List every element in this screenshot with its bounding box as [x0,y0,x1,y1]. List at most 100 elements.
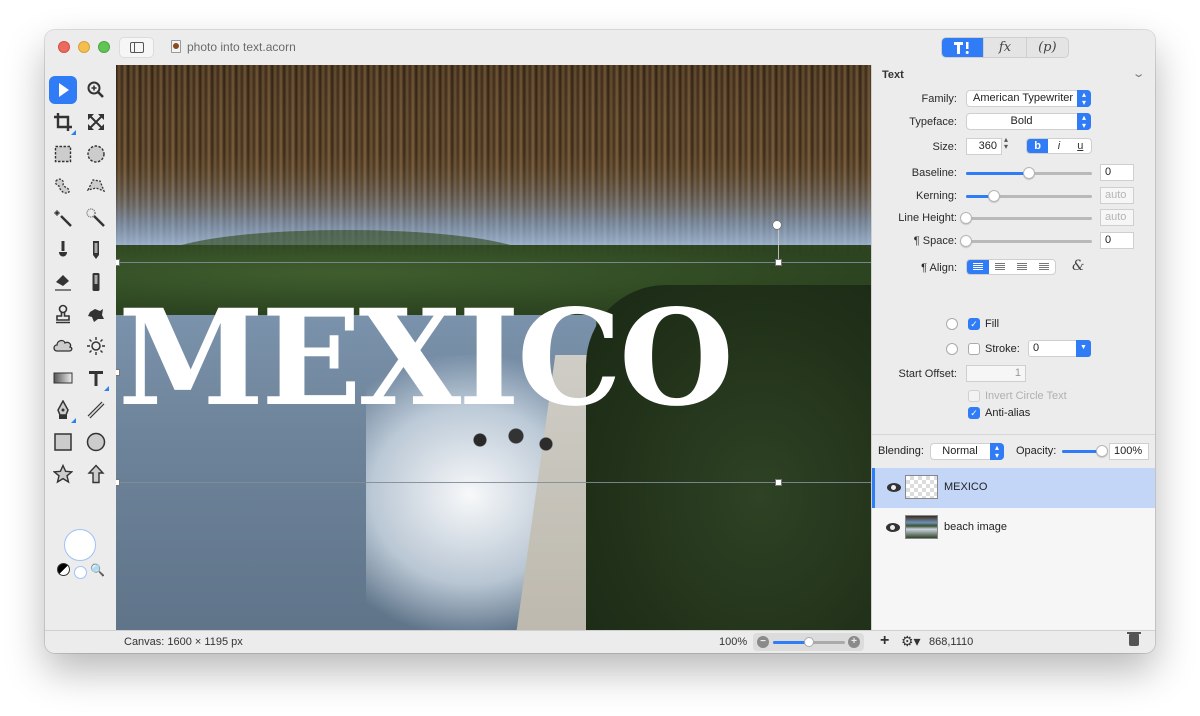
collapse-chevron-icon[interactable]: ⌄ [1131,67,1145,80]
minimize-window-button[interactable] [78,41,90,53]
resize-handle-middle-left[interactable] [116,369,120,376]
polygon-lasso-tool[interactable] [82,172,110,200]
paragraph-space-slider[interactable] [960,235,1092,247]
stroke-radio[interactable] [946,343,958,355]
sun-tool[interactable] [82,332,110,360]
magnifier-plus-icon [87,81,104,98]
text-layer-mexico[interactable]: MEXICO [116,293,871,425]
sidebar-toggle-button[interactable] [119,37,154,58]
inspector-panel: Text ⌄ Family: American Typewriter ▴ ▾ Ty… [871,65,1155,630]
layer-row-beach-image[interactable]: beach image [872,508,1155,548]
fill-checkbox[interactable]: ✓ [968,318,980,330]
slider-knob[interactable] [804,637,814,647]
slider-knob[interactable] [1023,167,1035,179]
dropdown-arrow-icon[interactable]: ▼ [1076,340,1091,357]
text-tool[interactable] [82,364,110,392]
ampersand-glyph-icon[interactable]: & [1072,258,1084,274]
image-canvas[interactable]: MEXICO [116,65,871,630]
eye-icon[interactable] [886,523,900,532]
burn-tool[interactable] [82,300,110,328]
stroke-width-field[interactable]: 0 ▼ [1028,340,1091,357]
font-size-field[interactable]: 360 [966,138,1002,155]
stroke-color-well[interactable] [74,566,87,579]
brush-tool[interactable] [49,236,77,264]
invert-circle-checkbox[interactable] [968,390,980,402]
add-layer-button[interactable]: + [880,632,889,650]
zoom-window-button[interactable] [98,41,110,53]
stroke-checkbox[interactable] [968,343,980,355]
instant-alpha-tool[interactable] [82,204,110,232]
start-offset-field[interactable]: 1 [966,365,1026,382]
resize-handle-bottom-left[interactable] [116,479,120,486]
star-tool[interactable] [49,460,77,488]
layer-row-mexico[interactable]: MEXICO [872,468,1155,508]
pen-tool[interactable] [49,396,77,424]
zoom-out-button[interactable]: − [757,636,769,648]
transform-tool[interactable] [82,108,110,136]
rectangle-tool[interactable] [49,428,77,456]
align-justify-button[interactable] [1033,260,1055,274]
close-window-button[interactable] [58,41,70,53]
underline-button[interactable]: u [1070,139,1091,153]
zoom-in-button[interactable]: + [848,636,860,648]
move-tool[interactable] [49,76,77,104]
resize-handle-bottom-center[interactable] [775,479,782,486]
baseline-field[interactable]: 0 [1100,164,1134,181]
opacity-slider[interactable] [1062,445,1108,457]
slider-knob[interactable] [960,212,972,224]
trash-icon[interactable] [1127,632,1141,646]
opacity-field[interactable]: 100% [1109,443,1149,460]
zoom-tool[interactable] [82,76,110,104]
slider-knob[interactable] [987,190,1000,202]
eye-icon[interactable] [887,483,901,492]
font-family-popup[interactable]: American Typewriter ▴ ▾ [966,90,1091,107]
gear-menu-icon[interactable]: ⚙▾ [901,633,921,650]
typeface-popup[interactable]: Bold ▴ ▾ [966,113,1091,130]
size-stepper[interactable]: ▴ ▾ [1004,136,1008,151]
sidebar-icon [129,42,144,53]
paragraph-space-label: ¶ Space: [913,235,957,247]
anti-alias-checkbox[interactable]: ✓ [968,407,980,419]
pencil-icon [93,241,99,259]
slider-knob[interactable] [1096,445,1108,457]
line-tool[interactable] [82,396,110,424]
eraser-tool[interactable] [49,268,77,296]
align-right-button[interactable] [1011,260,1033,274]
tab-tool-options[interactable] [942,38,984,57]
oval-tool[interactable] [82,428,110,456]
tab-properties[interactable]: (p) [1025,38,1068,57]
arrow-tool[interactable] [82,460,110,488]
baseline-slider[interactable] [966,167,1092,179]
paragraph-space-field[interactable]: 0 [1100,232,1134,249]
pencil-tool[interactable] [82,236,110,264]
fill-radio[interactable] [946,318,958,330]
ellipse-select-tool[interactable] [82,140,110,168]
blending-mode-popup[interactable]: Normal ▴ ▾ [930,443,1004,460]
rotation-handle[interactable] [772,220,782,230]
line-height-slider[interactable] [960,212,1092,224]
kerning-field[interactable]: auto [1100,187,1134,204]
tab-effects[interactable]: fx [983,38,1025,57]
bold-button[interactable]: b [1027,139,1049,153]
zoom-slider[interactable] [773,637,845,647]
kerning-slider[interactable] [966,190,1092,202]
rect-select-tool[interactable] [49,140,77,168]
resize-handle-top-center[interactable] [775,259,782,266]
clone-tool[interactable] [49,300,77,328]
gradient-tool[interactable] [49,364,77,392]
fill-color-well[interactable] [64,529,96,561]
magic-wand-tool[interactable] [49,204,77,232]
swap-colors-icon[interactable] [57,563,70,576]
color-picker-magnifier-icon[interactable]: 🔍 [90,563,105,577]
line-height-field[interactable]: auto [1100,209,1134,226]
align-center-button[interactable] [989,260,1011,274]
shape-tool[interactable] [49,332,77,360]
lasso-tool[interactable] [49,172,77,200]
resize-handle-top-left[interactable] [116,259,120,266]
smudge-tool[interactable] [82,268,110,296]
align-left-button[interactable] [967,260,989,274]
slider-knob[interactable] [960,235,972,247]
crop-tool[interactable] [49,108,77,136]
italic-button[interactable]: i [1048,139,1069,153]
text-style-buttons: b i u [1026,138,1092,154]
